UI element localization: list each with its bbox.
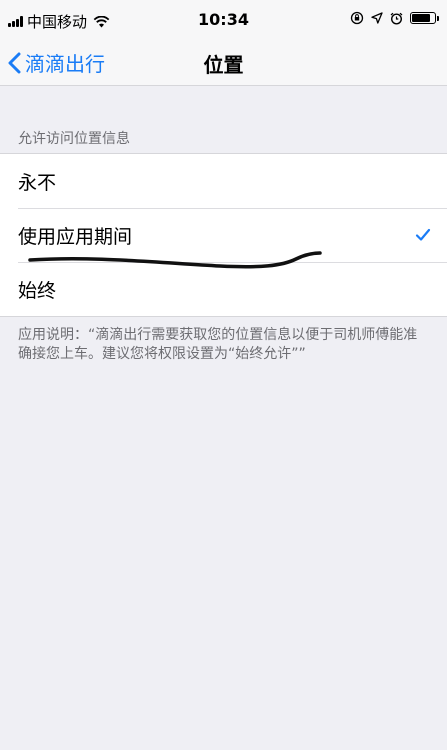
handwritten-underline-mark [28, 251, 322, 269]
battery-icon [410, 12, 439, 24]
option-always[interactable]: 始终 [0, 262, 447, 316]
checkmark-icon [415, 228, 431, 241]
location-arrow-icon [371, 12, 383, 24]
alarm-icon [390, 12, 403, 25]
option-label: 始终 [18, 279, 57, 302]
option-while-using[interactable]: 使用应用期间 [0, 208, 447, 262]
usage-description: 应用说明：“滴滴出行需要获取您的位置信息以便于司机师傅能准确接您上车。建议您将权… [18, 327, 418, 362]
option-label: 使用应用期间 [18, 225, 133, 248]
option-label: 永不 [18, 171, 57, 194]
page-title: 位置 [203, 53, 244, 77]
section-header: 允许访问位置信息 [18, 131, 130, 147]
screen-rotation-lock-icon [350, 11, 364, 25]
option-never[interactable]: 永不 [0, 154, 447, 208]
status-bar: 中国移动 10:34 [0, 0, 447, 40]
location-options-list: 永不 使用应用期间 始终 [0, 153, 447, 317]
navigation-bar: 滴滴出行 位置 [0, 40, 447, 86]
status-right [350, 11, 439, 25]
